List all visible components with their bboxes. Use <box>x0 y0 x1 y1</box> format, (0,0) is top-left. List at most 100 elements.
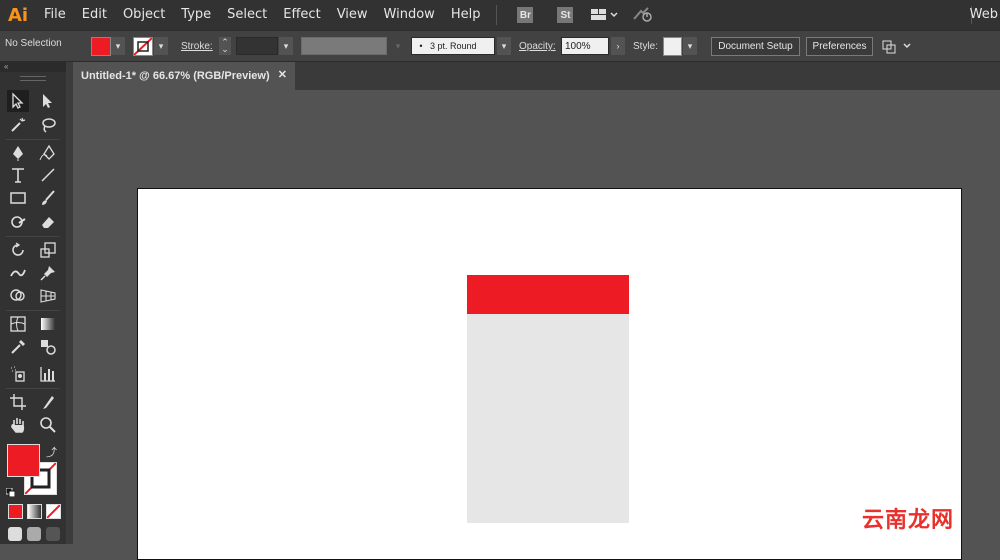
style-label: Style: <box>633 41 659 52</box>
menu-object[interactable]: Object <box>115 0 173 30</box>
none-slash-icon <box>47 505 60 518</box>
hand-tool[interactable] <box>7 414 29 436</box>
color-mode-button[interactable] <box>8 504 23 519</box>
fill-swatch[interactable] <box>91 37 111 56</box>
opacity-label[interactable]: Opacity: <box>519 41 556 52</box>
gradient-tool[interactable] <box>37 313 59 335</box>
rectangle-icon <box>10 192 26 204</box>
symbol-sprayer-icon <box>11 366 25 382</box>
tool-separator <box>6 310 60 311</box>
draw-normal-icon[interactable] <box>8 527 22 541</box>
menu-window[interactable]: Window <box>376 0 443 30</box>
menu-edit[interactable]: Edit <box>74 0 115 30</box>
variable-width-profile[interactable] <box>301 37 387 55</box>
document-tab-bar: Untitled-1* @ 66.67% (RGB/Preview) ✕ <box>73 62 1000 90</box>
stroke-weight-dropdown[interactable]: ▾ <box>279 37 293 55</box>
stroke-swatch[interactable] <box>133 37 153 56</box>
stroke-weight-input[interactable] <box>236 37 278 55</box>
pen-icon <box>13 146 23 161</box>
curvature-tool[interactable] <box>37 142 59 164</box>
panel-grip[interactable] <box>20 76 46 81</box>
style-dropdown[interactable]: ▾ <box>683 37 697 55</box>
swap-fill-stroke-icon[interactable]: ⤴ <box>46 444 57 460</box>
menu-effect[interactable]: Effect <box>275 0 328 30</box>
selection-arrow-icon <box>12 92 24 109</box>
shaper-tool[interactable] <box>7 211 29 233</box>
fill-color-box[interactable] <box>7 444 40 477</box>
gpu-performance-icon[interactable] <box>633 7 655 23</box>
eyedropper-tool[interactable] <box>7 336 29 358</box>
document-setup-button[interactable]: Document Setup <box>711 37 800 56</box>
panel-divider <box>66 62 73 544</box>
line-segment-icon <box>41 168 55 182</box>
opacity-arrow[interactable]: › <box>611 37 625 55</box>
selection-tool[interactable] <box>7 90 29 112</box>
menu-file[interactable]: File <box>36 0 74 30</box>
menu-type[interactable]: Type <box>173 0 219 30</box>
document-tab[interactable]: Untitled-1* @ 66.67% (RGB/Preview) ✕ <box>73 62 295 90</box>
menu-help[interactable]: Help <box>443 0 489 30</box>
scale-tool[interactable] <box>37 239 59 261</box>
arrange-documents-icon[interactable] <box>591 8 619 22</box>
blend-icon <box>41 340 56 355</box>
profile-dropdown[interactable]: ▾ <box>391 37 405 55</box>
slice-icon <box>43 396 54 409</box>
slice-tool[interactable] <box>37 391 59 413</box>
menu-select[interactable]: Select <box>219 0 275 30</box>
rectangle-tool[interactable] <box>7 187 29 209</box>
paintbrush-tool[interactable] <box>37 187 59 209</box>
curvature-pen-icon <box>39 144 55 161</box>
magic-wand-tool[interactable] <box>7 114 29 136</box>
draw-inside-icon[interactable] <box>46 527 60 541</box>
rotate-icon <box>12 242 24 256</box>
type-tool[interactable] <box>7 164 29 186</box>
artboard-icon <box>10 394 26 410</box>
perspective-grid-tool[interactable] <box>37 285 59 307</box>
blend-tool[interactable] <box>37 336 59 358</box>
artboard-tool[interactable] <box>7 391 29 413</box>
panel-collapse-icon[interactable]: « <box>0 62 66 72</box>
watermark-logo: 云南龙网 <box>862 508 955 533</box>
brush-definition[interactable]: • 3 pt. Round <box>411 37 495 55</box>
puppet-warp-tool[interactable] <box>37 262 59 284</box>
tool-separator <box>6 236 60 237</box>
pen-tool[interactable] <box>7 142 29 164</box>
menu-view[interactable]: View <box>329 0 376 30</box>
tool-separator <box>6 139 60 140</box>
stroke-dropdown[interactable]: ▾ <box>154 37 168 55</box>
stroke-weight-stepper[interactable]: ⌃ ⌄ <box>219 37 231 55</box>
graphic-style-swatch[interactable] <box>663 37 682 56</box>
magic-wand-icon <box>11 117 26 132</box>
column-graph-tool[interactable] <box>37 363 59 385</box>
workspace-switcher[interactable]: Web <box>970 0 1000 30</box>
zoom-tool[interactable] <box>37 414 59 436</box>
pin-icon <box>40 266 55 281</box>
eraser-tool[interactable] <box>37 211 59 233</box>
fill-dropdown[interactable]: ▾ <box>111 37 125 55</box>
opacity-input[interactable]: 100% <box>561 37 609 55</box>
arrange-icon[interactable] <box>882 38 914 59</box>
symbol-sprayer-tool[interactable] <box>7 363 29 385</box>
brush-dropdown[interactable]: ▾ <box>497 37 511 55</box>
mesh-icon <box>10 316 26 332</box>
eraser-icon <box>42 217 54 228</box>
rotate-tool[interactable] <box>7 239 29 261</box>
preferences-button[interactable]: Preferences <box>806 37 873 56</box>
mesh-tool[interactable] <box>7 313 29 335</box>
shape-builder-tool[interactable] <box>7 285 29 307</box>
stroke-label[interactable]: Stroke: <box>181 41 213 52</box>
bridge-button[interactable]: Br <box>517 7 534 23</box>
close-tab-icon[interactable]: ✕ <box>278 68 287 81</box>
none-mode-button[interactable] <box>46 504 61 519</box>
draw-behind-icon[interactable] <box>27 527 41 541</box>
red-rectangle-shape[interactable] <box>467 275 629 314</box>
line-segment-tool[interactable] <box>37 164 59 186</box>
warp-tool[interactable] <box>7 262 29 284</box>
menu-separator <box>496 5 498 25</box>
lasso-tool[interactable] <box>37 114 59 136</box>
default-colors-icon[interactable] <box>5 484 16 498</box>
app-logo: Ai <box>7 4 29 26</box>
gradient-mode-button[interactable] <box>27 504 42 519</box>
direct-selection-tool[interactable] <box>37 90 59 112</box>
stock-button[interactable]: St <box>557 7 574 23</box>
